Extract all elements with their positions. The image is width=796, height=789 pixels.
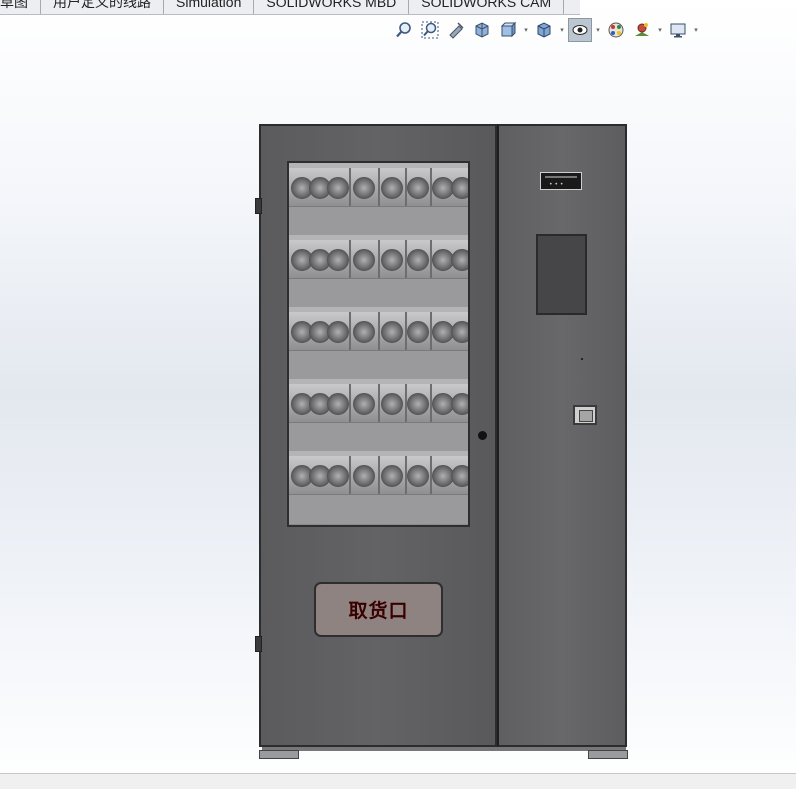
tab-sketch[interactable]: 草图 bbox=[0, 0, 41, 14]
zoom-to-fit-icon[interactable] bbox=[392, 18, 416, 42]
shelf-row bbox=[289, 235, 468, 308]
shelf-row bbox=[289, 451, 468, 524]
pickup-port: 取货口 bbox=[314, 582, 443, 637]
tab-cam[interactable]: SOLIDWORKS CAM bbox=[409, 0, 565, 14]
hide-show-dropdown-icon[interactable]: ▾ bbox=[594, 18, 602, 42]
machine-foot-left bbox=[259, 750, 299, 759]
edit-appearance-icon[interactable] bbox=[604, 18, 628, 42]
tab-user-routing[interactable]: 用户定义的线路 bbox=[41, 0, 164, 14]
card-reader: • • • bbox=[540, 172, 582, 190]
touch-screen bbox=[536, 234, 587, 315]
control-panel bbox=[497, 124, 627, 747]
machine-base bbox=[262, 747, 626, 751]
command-manager-tabs: 草图 用户定义的线路 Simulation SOLIDWORKS MBD SOL… bbox=[0, 0, 580, 15]
pickup-port-label: 取货口 bbox=[348, 600, 409, 622]
view-settings-dropdown-icon[interactable]: ▾ bbox=[692, 18, 700, 42]
previous-view-icon[interactable] bbox=[444, 18, 468, 42]
door-hinge-top bbox=[255, 198, 262, 214]
view-settings-icon[interactable] bbox=[666, 18, 690, 42]
shelf-row bbox=[289, 307, 468, 380]
scanner-button bbox=[573, 405, 597, 425]
display-style-icon[interactable] bbox=[532, 18, 556, 42]
door-knob bbox=[478, 431, 487, 440]
door-hinge-bottom bbox=[255, 636, 262, 652]
machine-foot-right bbox=[588, 750, 628, 759]
hide-show-items-icon[interactable] bbox=[568, 18, 592, 42]
apply-scene-dropdown-icon[interactable]: ▾ bbox=[656, 18, 664, 42]
apply-scene-icon[interactable] bbox=[630, 18, 654, 42]
shelf-row bbox=[289, 163, 468, 236]
vending-machine-model: 取货口 • • • bbox=[255, 124, 628, 760]
zoom-to-area-icon[interactable] bbox=[418, 18, 442, 42]
section-view-icon[interactable] bbox=[470, 18, 494, 42]
status-bar bbox=[0, 773, 796, 789]
tab-mbd[interactable]: SOLIDWORKS MBD bbox=[254, 0, 410, 14]
sensor-dot bbox=[581, 358, 583, 360]
shelf-row bbox=[289, 379, 468, 452]
heads-up-view-toolbar: ▾ ▾ ▾ ▾ ▾ bbox=[392, 18, 700, 42]
view-orientation-dropdown-icon[interactable]: ▾ bbox=[522, 18, 530, 42]
view-orientation-icon[interactable] bbox=[496, 18, 520, 42]
tab-simulation[interactable]: Simulation bbox=[164, 0, 255, 14]
display-window bbox=[287, 161, 470, 527]
display-style-dropdown-icon[interactable]: ▾ bbox=[558, 18, 566, 42]
